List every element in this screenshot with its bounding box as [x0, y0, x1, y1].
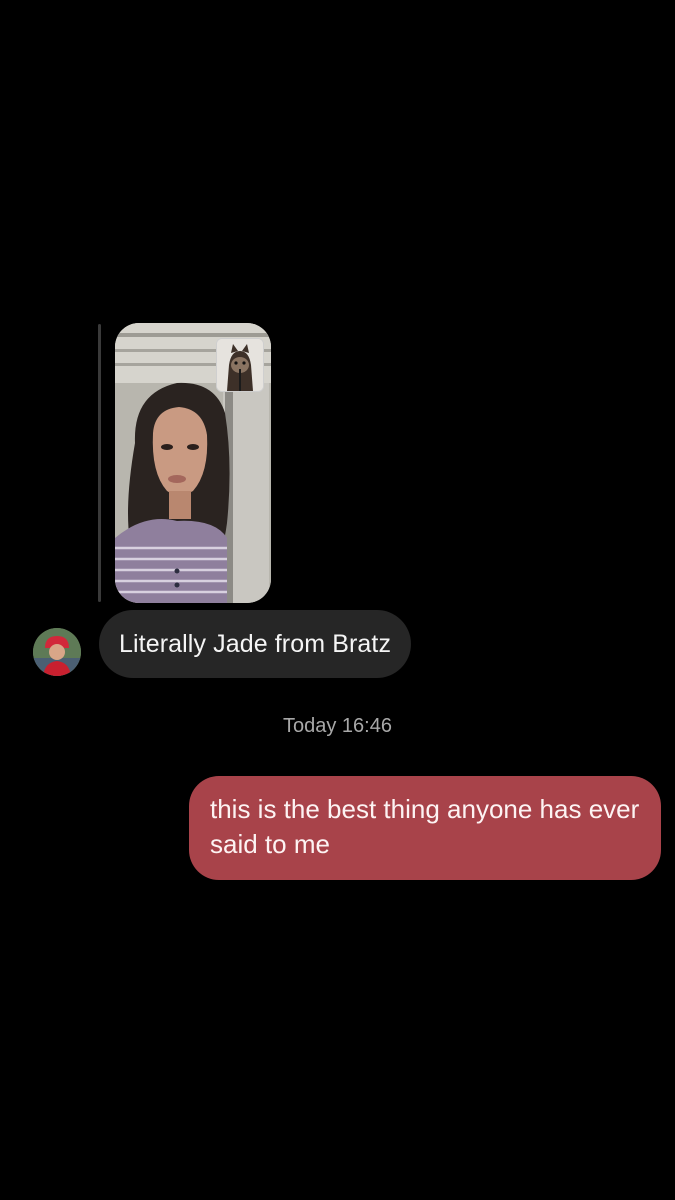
outgoing-message-text: this is the best thing anyone has ever s…	[210, 794, 640, 859]
incoming-message-bubble[interactable]: Literally Jade from Bratz	[99, 610, 412, 678]
incoming-message-text: Literally Jade from Bratz	[119, 629, 392, 658]
outgoing-message-bubble[interactable]: this is the best thing anyone has ever s…	[189, 776, 661, 880]
contact-avatar[interactable]	[33, 628, 81, 676]
message-timestamp: Today 16:46	[283, 715, 392, 737]
picture-in-picture-thumbnail	[216, 338, 264, 392]
reply-indicator-line	[98, 324, 101, 602]
